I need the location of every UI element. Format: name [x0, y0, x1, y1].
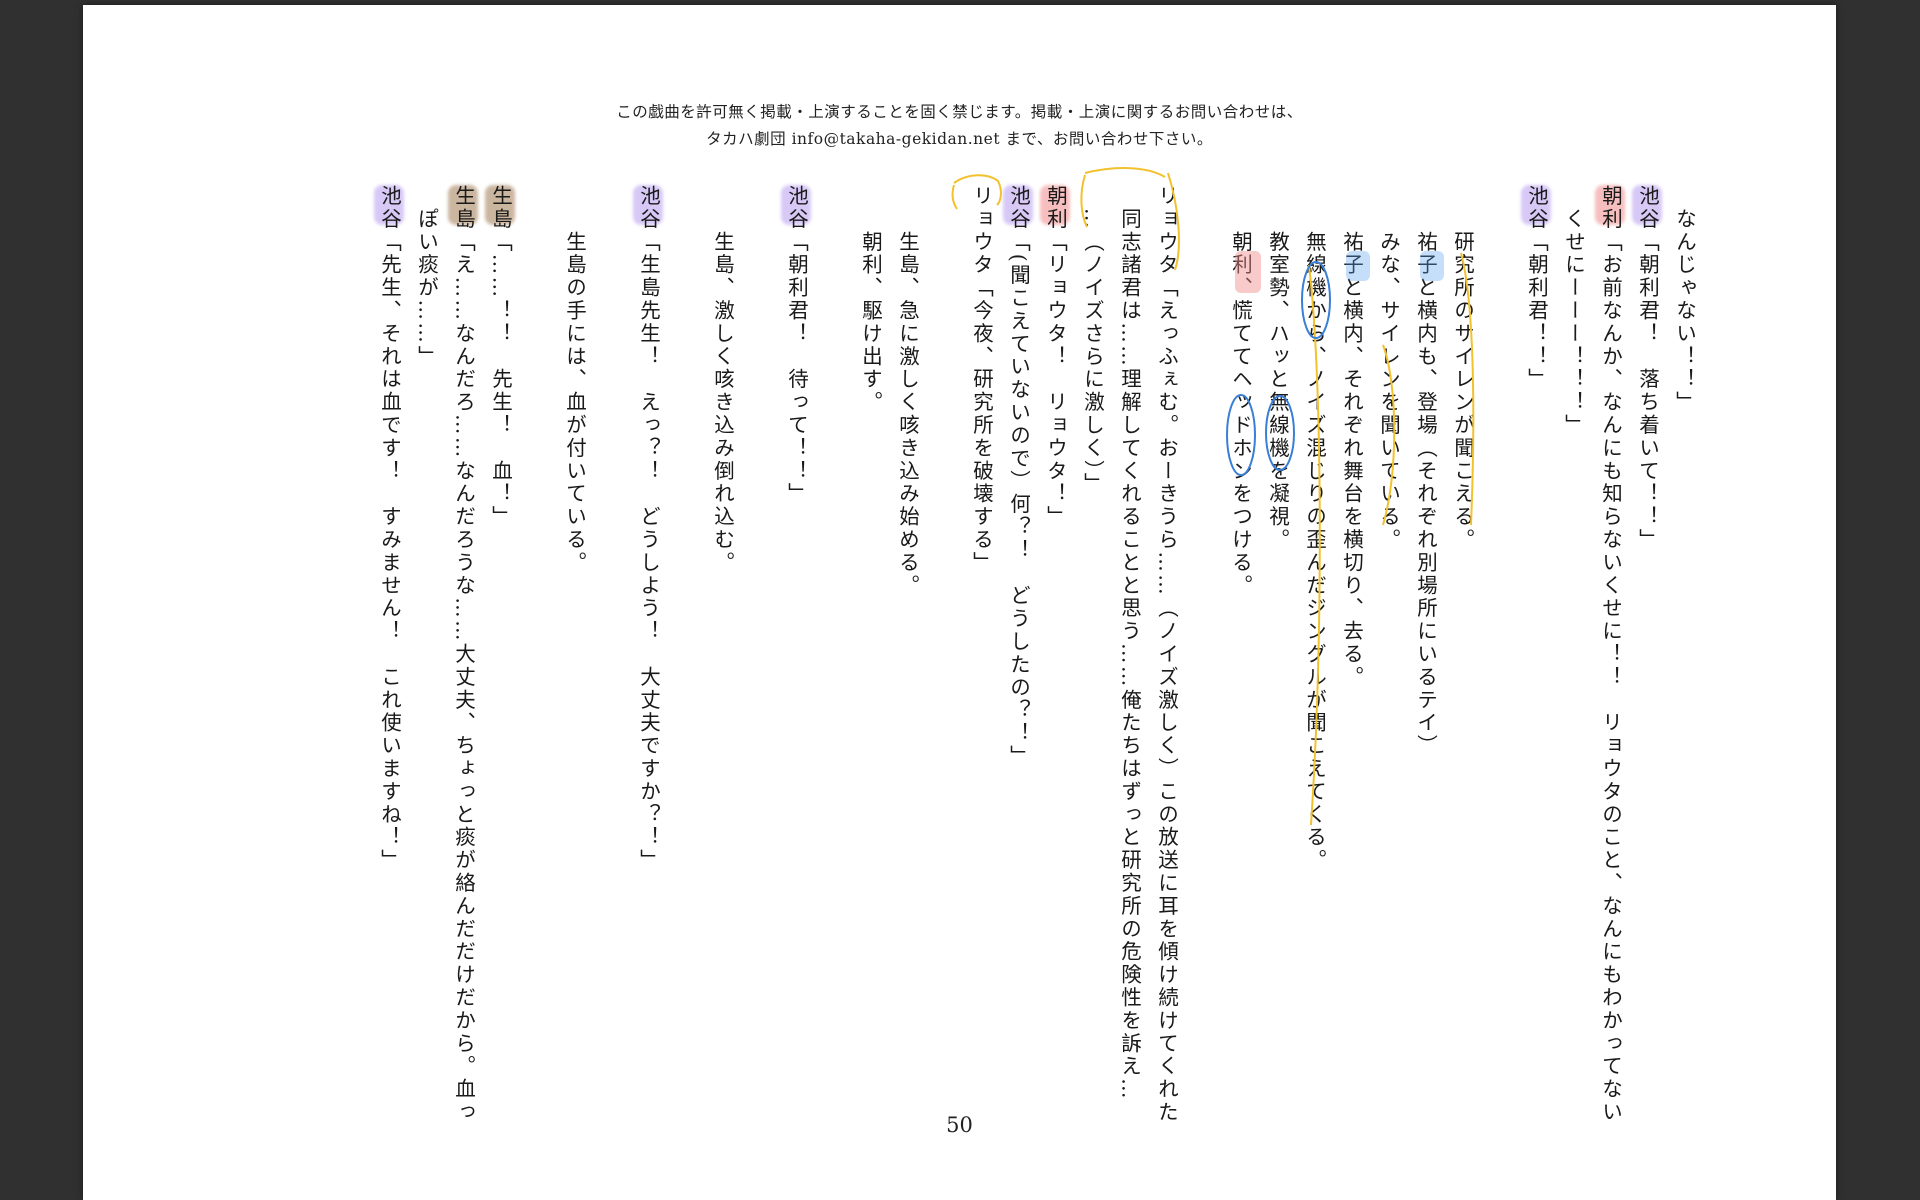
- script-line: ぽい痰が……」: [414, 185, 439, 369]
- script-line: 教室勢、ハッと無線機を凝視。: [1265, 185, 1290, 552]
- script-line: 同志諸君は……理解してくれることと思う……俺たちはずっと研究所の危険性を訴え…: [1117, 185, 1142, 1101]
- script-line: 池谷「朝利君！！」: [1521, 185, 1551, 1085]
- script-line: 生島、激しく咳き込み倒れ込む。: [710, 185, 735, 575]
- script-line: リョウタ「えっふぇむ。おーきうら……（ノイズ激しく）この放送に耳を傾け続けてくれ…: [1154, 185, 1179, 1124]
- script-line: 池谷「朝利君！ 待って！！」: [781, 185, 811, 1085]
- script-line: 研究所のサイレンが聞こえる。: [1450, 185, 1475, 552]
- script-line: 生島「……！！ 先生！ 血！」: [485, 185, 515, 1085]
- script-line: 生島「え……なんだろ……なんだろうな……大丈夫、ちょっと痰が絡んだだけだから。血…: [448, 185, 478, 1124]
- script-line: 無線機から、ノイズ混じりの歪んだジングルが聞こえてくる。: [1302, 185, 1327, 872]
- script-line: 池谷「先生、それは血です！ すみません！ これ使いますね！」: [374, 185, 404, 1085]
- script-line: 朝利「お前なんか、なんにも知らないくせに！！ リョウタのこと、なんにもわかってな…: [1595, 185, 1625, 1124]
- script-line: 祐子と横内も、登場（それぞれ別場所にいるテイ）: [1413, 185, 1438, 758]
- script-line: なんじゃない！！」: [1672, 185, 1697, 414]
- script-line: リョウタ「今夜、研究所を破壊する」: [969, 185, 994, 575]
- script-line: くせにーーー！！！」: [1561, 185, 1586, 437]
- page-number: 50: [946, 1113, 973, 1137]
- script-line: 池谷「朝利君！ 落ち着いて！！」: [1632, 185, 1662, 1085]
- script-line: 祐子と横内、それぞれ舞台を横切り、去る。: [1339, 185, 1364, 689]
- script-line: …（ノイズさらに激しく）」: [1080, 185, 1105, 496]
- script-line: 池谷「生島先生！ えっ？！ どうしよう！ 大丈夫ですか？！」: [633, 185, 663, 1085]
- pdf-viewer[interactable]: この戯曲を許可無く掲載・上演することを固く禁じます。掲載・上演に関するお問い合わ…: [0, 0, 1920, 1200]
- script-line: 朝利、慌ててヘッドホンをつける。: [1228, 185, 1253, 598]
- script-line: みな、サイレンを聞いている。: [1376, 185, 1401, 552]
- script-line: 池谷「(聞こえていないので）何？！ どうしたの？！」: [1003, 185, 1033, 1085]
- script-line: 生島の手には、血が付いている。: [562, 185, 587, 575]
- script-line: 朝利、駆け出す。: [858, 185, 883, 414]
- document-page: この戯曲を許可無く掲載・上演することを固く禁じます。掲載・上演に関するお問い合わ…: [83, 5, 1836, 1200]
- script-line: 生島、急に激しく咳き込み始める。: [895, 185, 920, 598]
- script-body: なんじゃない！！」 池谷「朝利君！ 落ち着いて！！」 朝利「お前なんか、なんにも…: [83, 5, 1836, 1200]
- script-line: 朝利「リョウタ！ リョウタ！」: [1040, 185, 1070, 1085]
